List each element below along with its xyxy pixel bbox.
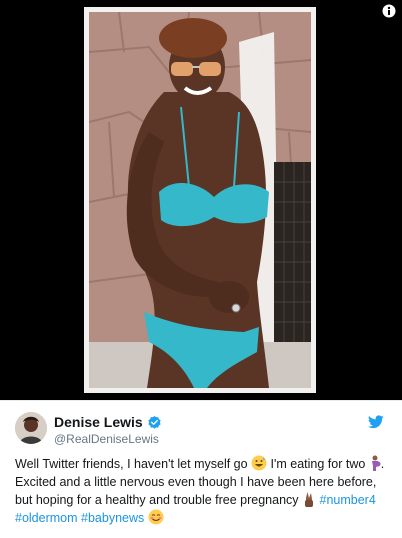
- pregnant-woman-icon: [371, 455, 381, 471]
- display-name[interactable]: Denise Lewis: [54, 414, 143, 430]
- handle[interactable]: @RealDeniseLewis: [54, 432, 159, 446]
- smiling-blushing-face-icon: [148, 509, 164, 525]
- name-row: Denise Lewis: [54, 414, 162, 430]
- twitter-bird-icon[interactable]: [368, 415, 384, 429]
- photo-illustration: [89, 12, 311, 388]
- tweet-card[interactable]: Denise Lewis @RealDeniseLewis Well Twitt…: [0, 400, 402, 538]
- media-area[interactable]: [0, 0, 402, 400]
- tweet-text-part2: I'm eating for two: [267, 457, 369, 471]
- hashtag-oldermom[interactable]: #oldermom: [15, 511, 78, 525]
- tweet-text: Well Twitter friends, I haven't let myse…: [15, 455, 395, 527]
- hashtag-babynews[interactable]: #babynews: [81, 511, 144, 525]
- avatar[interactable]: [15, 412, 47, 444]
- grinning-sweat-face-icon: [251, 455, 267, 471]
- tweet-text-part1: Well Twitter friends, I haven't let myse…: [15, 457, 252, 471]
- hashtag-number4[interactable]: #number4: [320, 493, 376, 507]
- info-icon[interactable]: [382, 4, 396, 18]
- verified-badge-icon: [148, 415, 161, 429]
- photo[interactable]: [89, 12, 311, 388]
- crossed-fingers-icon: [305, 492, 314, 507]
- photo-frame: [84, 7, 316, 393]
